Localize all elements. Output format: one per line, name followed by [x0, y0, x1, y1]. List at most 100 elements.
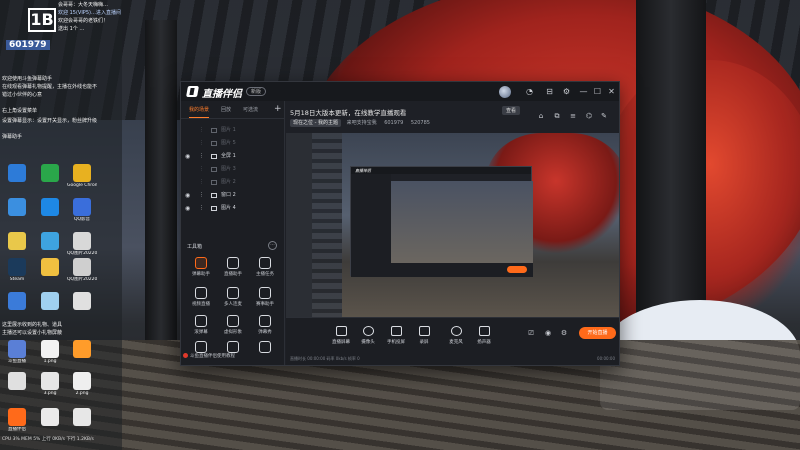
room-icon[interactable]: ⌂ [536, 111, 546, 121]
scene-item[interactable]: ◉ ⋮ 图片 4 [185, 203, 281, 214]
desktop-icon[interactable] [2, 292, 32, 311]
chat-line: 弹幕助手 [2, 134, 23, 140]
toolbox-item[interactable]: 弹幕助手 [185, 257, 217, 277]
tab-my-scenes[interactable]: 我的场景 [189, 106, 210, 118]
visibility-eye-icon[interactable]: ◉ [185, 151, 193, 162]
desktop-icon[interactable] [35, 408, 65, 427]
tab-stream-source[interactable]: 可选流 [243, 106, 258, 113]
version-badge[interactable]: 新版 [246, 87, 267, 96]
menu-icon[interactable]: ≡ [568, 111, 578, 121]
toolbox-item[interactable]: 滚弹幕 [185, 315, 217, 335]
app-icon [41, 408, 59, 426]
desktop-icon[interactable] [2, 232, 32, 251]
desktop-icon[interactable] [35, 258, 65, 277]
desktop-icon[interactable] [67, 408, 97, 427]
preview-chat-strip [312, 133, 342, 317]
desktop-icon[interactable]: 直播伴侣 [2, 408, 32, 432]
desktop-icon[interactable]: QQ影音 [67, 198, 97, 222]
desktop-icon[interactable]: QQ图片2022011... [67, 258, 97, 282]
lock-icon[interactable]: ⋮ [199, 203, 204, 214]
nested-side-panel [351, 174, 391, 277]
toolbox-item[interactable]: 直播助手 [217, 257, 249, 277]
visibility-eye-icon[interactable]: ◉ [185, 190, 193, 201]
maximize-icon[interactable]: ☐ [592, 86, 603, 97]
lock-icon[interactable]: ⋮ [199, 164, 204, 175]
eye-icon[interactable]: ◉ [543, 328, 553, 338]
desktop-icon[interactable]: Steam [2, 258, 32, 282]
desktop-icon[interactable] [35, 292, 65, 311]
close-icon[interactable]: ✕ [606, 86, 617, 97]
left-panel: 我的场景 回放 可选流 + ⋮ 图片 1 ⋮ 图片 5 ◉ ⋮ 全屏 1 ⋮ 图片 3 ⋮ 图片 2… [181, 101, 285, 365]
desktop-icon[interactable] [67, 292, 97, 311]
speaker-button[interactable]: 扬声器 [468, 326, 500, 345]
desktop-icon[interactable] [35, 232, 65, 251]
skin-icon[interactable]: ◔ [524, 86, 535, 97]
toolbox-item[interactable]: 多人连麦 [217, 287, 249, 307]
toolbox-item[interactable]: 主播任务 [249, 257, 281, 277]
tab-replay[interactable]: 回放 [221, 106, 231, 113]
desktop-icon[interactable] [35, 164, 65, 183]
desktop-icon[interactable]: 3.png [35, 372, 65, 396]
desktop-icon[interactable] [67, 340, 97, 359]
toolbox-item[interactable]: 视频直播 [185, 287, 217, 307]
tool-label: 弹幕助手 [192, 272, 210, 277]
scene-item[interactable]: ⋮ 图片 2 [185, 177, 281, 188]
desktop-icon[interactable]: 1.png [35, 340, 65, 364]
start-live-button[interactable]: 开始直播 [579, 327, 616, 339]
scene-item[interactable]: ⋮ 图片 3 [185, 164, 281, 175]
title-bar[interactable]: 直播伴侣 新版 ◔ ⊟ ⚙ — ☐ ✕ [181, 82, 619, 101]
desktop-icon-label: 2.png [75, 391, 89, 396]
screen-capture-icon [335, 326, 347, 336]
lock-icon[interactable]: ⋮ [199, 125, 204, 136]
control-label: 扬声器 [477, 340, 491, 345]
scene-item[interactable]: ◉ ⋮ 窗口 2 [185, 190, 281, 201]
copy-icon[interactable]: ⧉ [552, 111, 562, 121]
stream-preview[interactable]: 直播伴侣 [286, 133, 619, 317]
desktop-icon[interactable]: Google Chrome [67, 164, 97, 188]
desktop-icon[interactable]: QQ图片2022011... [67, 232, 97, 256]
lock-icon[interactable]: ⋮ [199, 190, 204, 201]
tool-icon [227, 341, 239, 353]
nested-preview [391, 181, 533, 263]
user-avatar[interactable] [499, 86, 511, 98]
announcement-view-button[interactable]: 查看 [502, 106, 521, 115]
desktop-icon[interactable] [2, 198, 32, 217]
scene-item[interactable]: ◉ ⋮ 全屏 1 [185, 151, 281, 162]
mini-mode-icon[interactable]: ⊟ [544, 86, 555, 97]
tutorial-link[interactable]: 斗鱼直播伴侣使用教程 [183, 353, 283, 359]
tool-icon [195, 257, 207, 269]
edit-icon[interactable]: ✎ [599, 111, 609, 121]
tool-icon [227, 315, 239, 327]
lock-icon[interactable]: ⋮ [199, 138, 204, 149]
settings-gear-icon[interactable]: ⚙ [559, 328, 569, 338]
desktop-icon[interactable] [2, 372, 32, 391]
layout-icon[interactable]: ⎚ [526, 328, 536, 338]
chat-line: 右上角设置菜单 [2, 108, 38, 114]
app-icon [8, 164, 26, 182]
add-scene-button[interactable]: + [274, 104, 282, 114]
app-title: 直播伴侣 [202, 89, 242, 100]
desktop-icon[interactable]: 2.png [67, 372, 97, 396]
record-button[interactable]: 录屏 [408, 326, 440, 345]
app-icon [73, 258, 91, 276]
toolbox-more-button[interactable]: ··· [268, 241, 277, 250]
share-icon[interactable]: ⌬ [584, 111, 594, 121]
scene-item[interactable]: ⋮ 图片 1 [185, 125, 281, 136]
scene-item[interactable]: ⋮ 图片 5 [185, 138, 281, 149]
announcement-title: 5月18日大版本更新，在线教学直播观看 [290, 109, 407, 117]
toolbox-item[interactable]: 弹幕秀 [249, 315, 281, 335]
room-category-tag[interactable]: 现在之位 - 我的主题 [290, 119, 341, 127]
settings-icon[interactable]: ⚙ [561, 86, 572, 97]
source-type-icon [211, 154, 217, 159]
minimize-icon[interactable]: — [578, 86, 589, 97]
chat-line: 主播还可以设置小礼物屏蔽 [2, 330, 63, 336]
lock-icon[interactable]: ⋮ [199, 151, 204, 162]
visibility-eye-icon[interactable]: ◉ [185, 203, 193, 214]
app-icon [73, 164, 91, 182]
toolbox-item[interactable]: 赛事助手 [249, 287, 281, 307]
desktop-icon[interactable] [35, 198, 65, 217]
toolbox-item[interactable]: 虚拟形象 [217, 315, 249, 335]
desktop-icon[interactable]: 斗鱼直播 [2, 340, 32, 364]
lock-icon[interactable]: ⋮ [199, 177, 204, 188]
desktop-icon[interactable] [2, 164, 32, 183]
